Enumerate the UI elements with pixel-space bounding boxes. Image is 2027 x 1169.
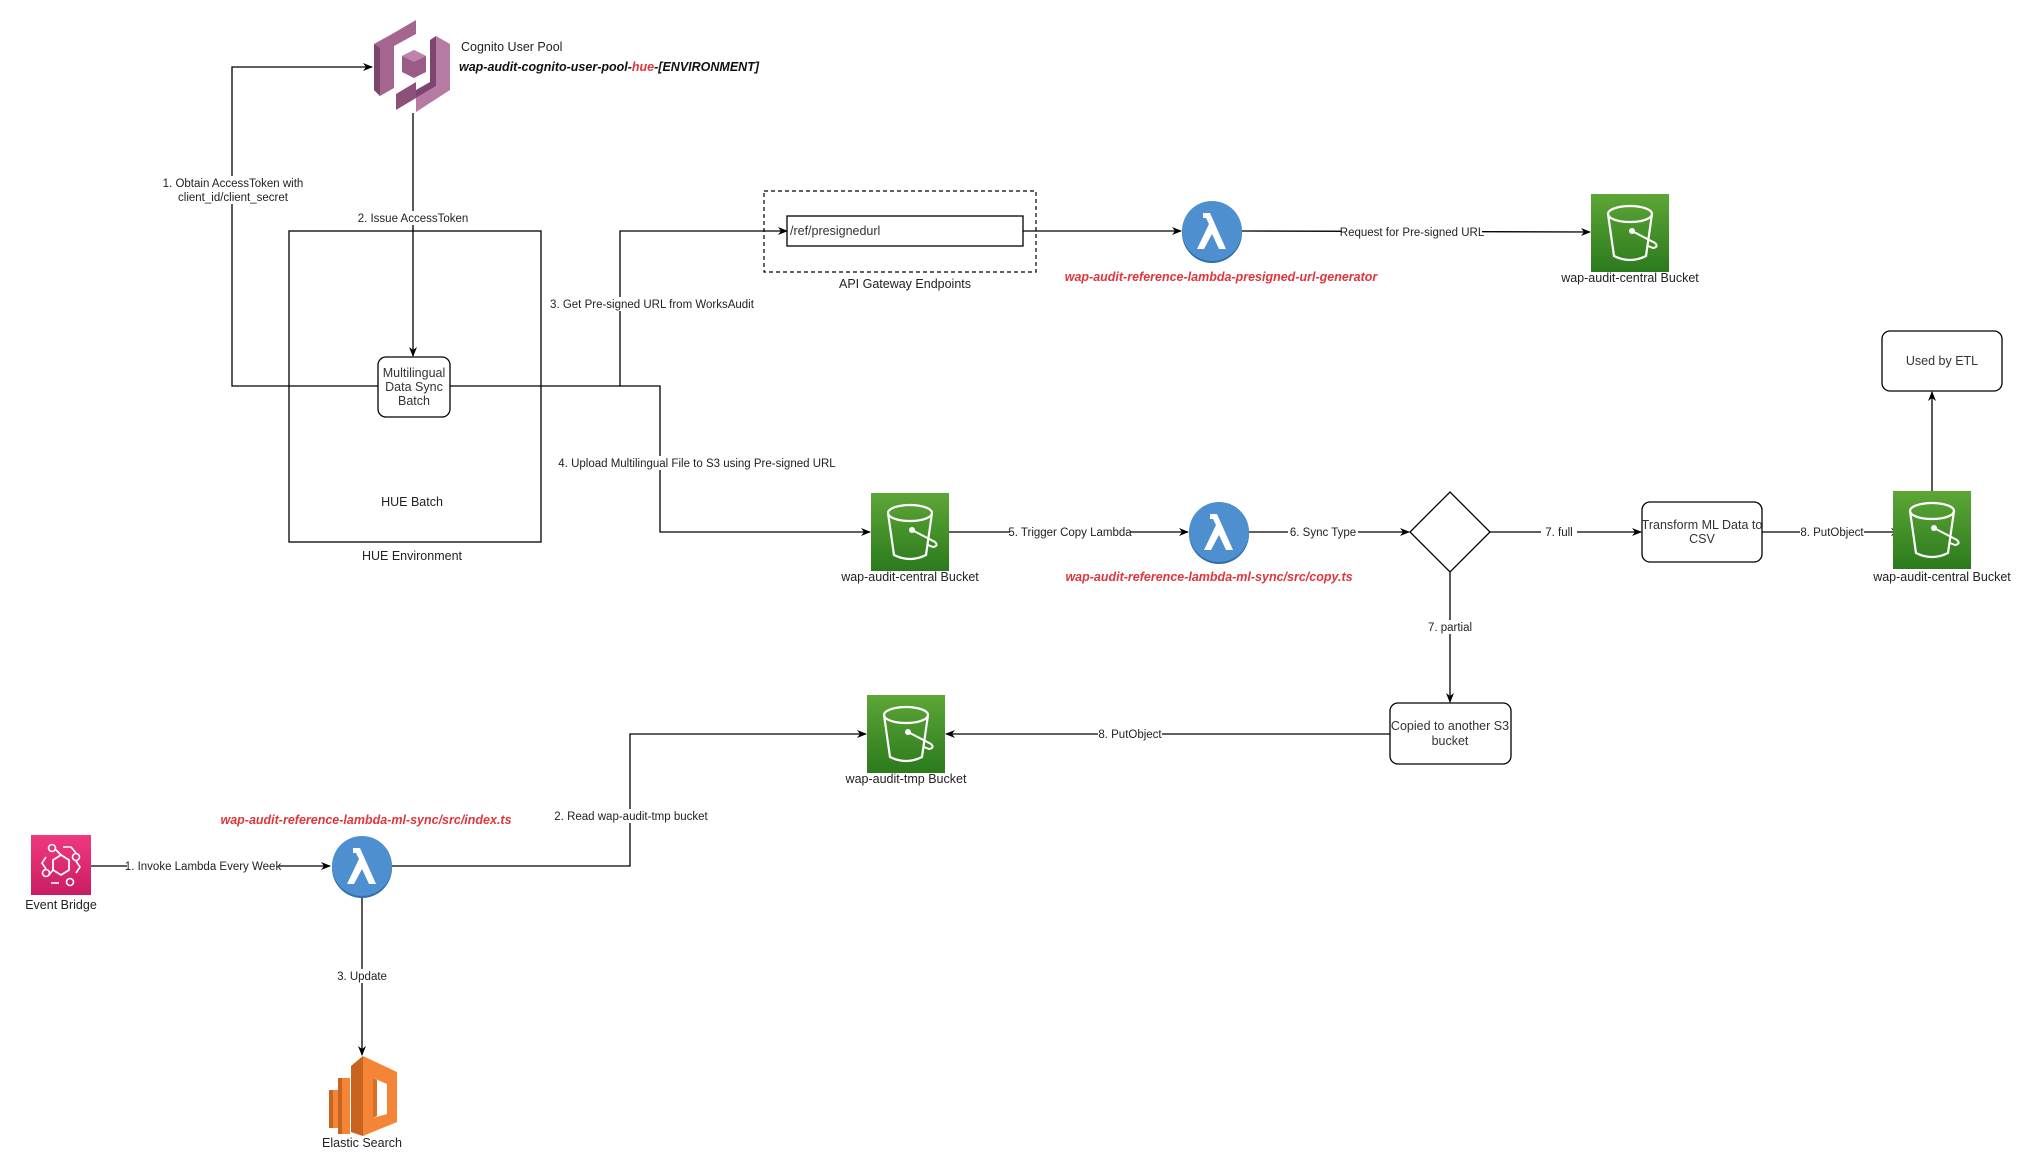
bucket-central-mid-label: wap-audit-central Bucket [840,570,979,584]
cognito-icon[interactable] [374,20,450,112]
label-update: 3. Update [337,969,387,983]
label-trigger-copy: 5. Trigger Copy Lambda [1008,525,1132,539]
svg-text:Multilingual: Multilingual [383,366,446,380]
api-gateway-label: API Gateway Endpoints [839,277,971,291]
label-issue-token: 2. Issue AccessToken [358,211,469,225]
hue-environment-label: HUE Environment [362,549,463,563]
eventbridge-icon[interactable] [31,835,91,895]
svg-text:3. Update: 3. Update [337,971,387,983]
svg-text:7. full: 7. full [1545,527,1573,539]
bucket-central-right-label: wap-audit-central Bucket [1872,570,2011,584]
svg-text:client_id/client_secret: client_id/client_secret [178,192,289,204]
label-request-presigned: Request for Pre-signed URL [1340,225,1485,239]
edge-read-tmp [392,730,867,867]
svg-text:3. Get Pre-signed URL from Wor: 3. Get Pre-signed URL from WorksAudit [550,299,755,311]
svg-text:7. partial: 7. partial [1428,622,1472,634]
label-partial: 7. partial [1425,620,1475,634]
svg-text:1. Obtain AccessToken with: 1. Obtain AccessToken with [163,178,304,190]
multilingual-sync-batch[interactable]: Multilingual Data Sync Batch [377,356,451,418]
cognito-title: Cognito User Pool [461,40,562,54]
label-get-presigned: 3. Get Pre-signed URL from WorksAudit [550,297,755,311]
label-obtain-token: 1. Obtain AccessToken with client_id/cli… [163,176,304,204]
s3-bucket-icon[interactable] [869,491,951,573]
svg-text:5. Trigger Copy Lambda: 5. Trigger Copy Lambda [1008,527,1132,539]
elasticsearch-label: Elastic Search [322,1136,402,1150]
s3-bucket-icon[interactable] [865,693,947,775]
svg-text:bucket: bucket [1432,734,1469,748]
svg-text:8. PutObject: 8. PutObject [1800,527,1864,539]
svg-text:Copied to another S3: Copied to another S3 [1391,719,1509,733]
svg-text:6. Sync Type: 6. Sync Type [1290,527,1356,539]
lambda-presigned-name: wap-audit-reference-lambda-presigned-url… [1065,270,1379,284]
svg-text:4. Upload Multilingual File to: 4. Upload Multilingual File to S3 using … [558,458,836,470]
bucket-central-top-label: wap-audit-central Bucket [1560,271,1699,285]
lambda-icon[interactable] [1189,502,1249,564]
elasticsearch-icon[interactable] [329,1056,397,1136]
label-invoke-weekly: 1. Invoke Lambda Every Week [125,859,282,873]
hue-batch-label: HUE Batch [381,495,443,509]
transform-ml-data-node[interactable]: Transform ML Data to CSV [1641,501,1763,563]
edge-obtain-token [231,63,378,387]
lambda-icon[interactable] [1182,201,1242,263]
s3-bucket-icon[interactable] [1891,489,1973,571]
label-upload: 4. Upload Multilingual File to S3 using … [558,456,836,470]
sync-type-decision[interactable] [1409,491,1491,573]
svg-text:Batch: Batch [398,394,430,408]
s3-bucket-icon[interactable] [1589,192,1671,274]
svg-text:2. Issue AccessToken: 2. Issue AccessToken [358,213,469,225]
label-putobject-tmp: 8. PutObject [1098,727,1162,741]
used-by-etl-node[interactable]: Used by ETL [1881,330,2003,392]
svg-text:2. Read wap-audit-tmp bucket: 2. Read wap-audit-tmp bucket [554,811,708,823]
lambda-index-name: wap-audit-reference-lambda-ml-sync/src/i… [220,813,511,827]
label-sync-type: 6. Sync Type [1288,525,1358,539]
lambda-copy-name: wap-audit-reference-lambda-ml-sync/src/c… [1065,570,1352,584]
bucket-tmp-label: wap-audit-tmp Bucket [845,772,967,786]
lambda-icon[interactable] [332,836,392,898]
label-read-tmp: 2. Read wap-audit-tmp bucket [554,809,709,823]
label-putobject-right: 8. PutObject [1800,525,1864,539]
svg-text:1. Invoke Lambda Every Week: 1. Invoke Lambda Every Week [125,861,282,873]
svg-text:8. PutObject: 8. PutObject [1098,729,1162,741]
svg-text:/ref/presignedurl: /ref/presignedurl [790,224,880,238]
svg-text:Request for Pre-signed URL: Request for Pre-signed URL [1340,227,1485,239]
architecture-diagram: 1. Obtain AccessToken with client_id/cli… [25,20,2011,1150]
svg-text:CSV: CSV [1689,532,1715,546]
cognito-pool-name: wap-audit-cognito-user-pool-hue-[ENVIRON… [459,60,760,74]
svg-text:Data Sync: Data Sync [385,380,443,394]
svg-text:Used by ETL: Used by ETL [1906,354,1978,368]
eventbridge-label: Event Bridge [25,898,97,912]
svg-text:Transform ML Data to: Transform ML Data to [1642,518,1763,532]
copied-to-s3-node[interactable]: Copied to another S3 bucket [1389,702,1512,765]
label-full: 7. full [1541,525,1577,539]
endpoint-presignedurl[interactable]: /ref/presignedurl [786,215,1024,247]
